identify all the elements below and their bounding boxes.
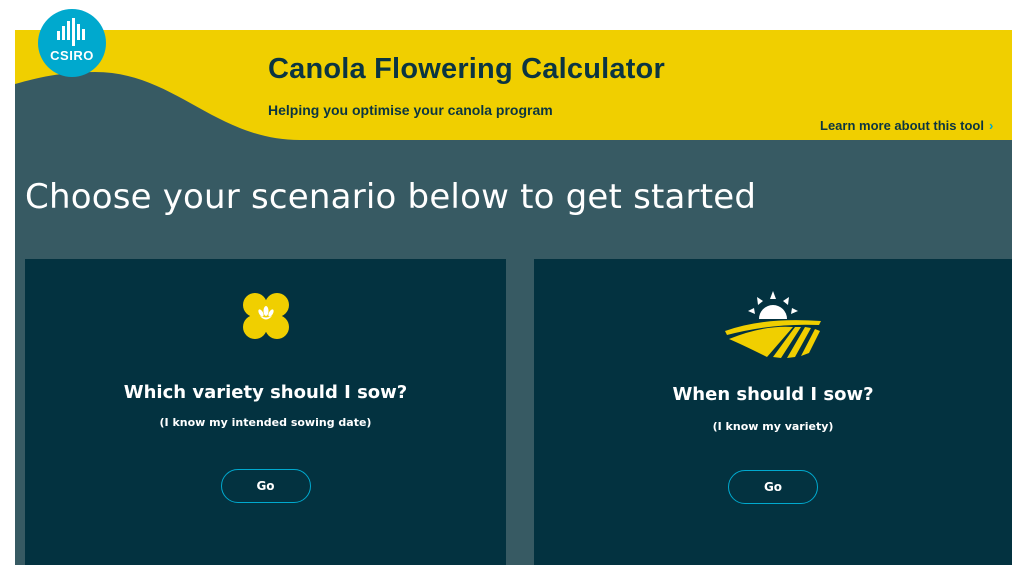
app-title: Canola Flowering Calculator <box>268 53 665 85</box>
canola-flower-icon <box>242 293 289 339</box>
sunrise-field-icon <box>725 291 821 358</box>
page-heading: Choose your scenario below to get starte… <box>25 177 757 217</box>
card-title: When should I sow? <box>672 384 874 405</box>
scenario-card-variety: Which variety should I sow? (I know my i… <box>25 259 506 565</box>
logo-bars-icon <box>57 18 85 46</box>
card-title: Which variety should I sow? <box>123 382 408 403</box>
chevron-right-icon: › <box>988 118 994 133</box>
card-subtitle: (I know my variety) <box>712 420 834 433</box>
csiro-logo[interactable]: CSIRO <box>38 9 106 77</box>
go-button-variety[interactable]: Go <box>220 469 311 503</box>
logo-text: CSIRO <box>50 48 94 63</box>
app-subtitle: Helping you optimise your canola program <box>268 102 553 118</box>
learn-more-label: Learn more about this tool <box>820 118 984 133</box>
go-button-sowing-date[interactable]: Go <box>728 470 818 504</box>
learn-more-link[interactable]: Learn more about this tool › <box>820 118 993 133</box>
scenario-card-sowing-date: When should I sow? (I know my variety) G… <box>534 259 1012 565</box>
card-subtitle: (I know my intended sowing date) <box>159 416 372 429</box>
